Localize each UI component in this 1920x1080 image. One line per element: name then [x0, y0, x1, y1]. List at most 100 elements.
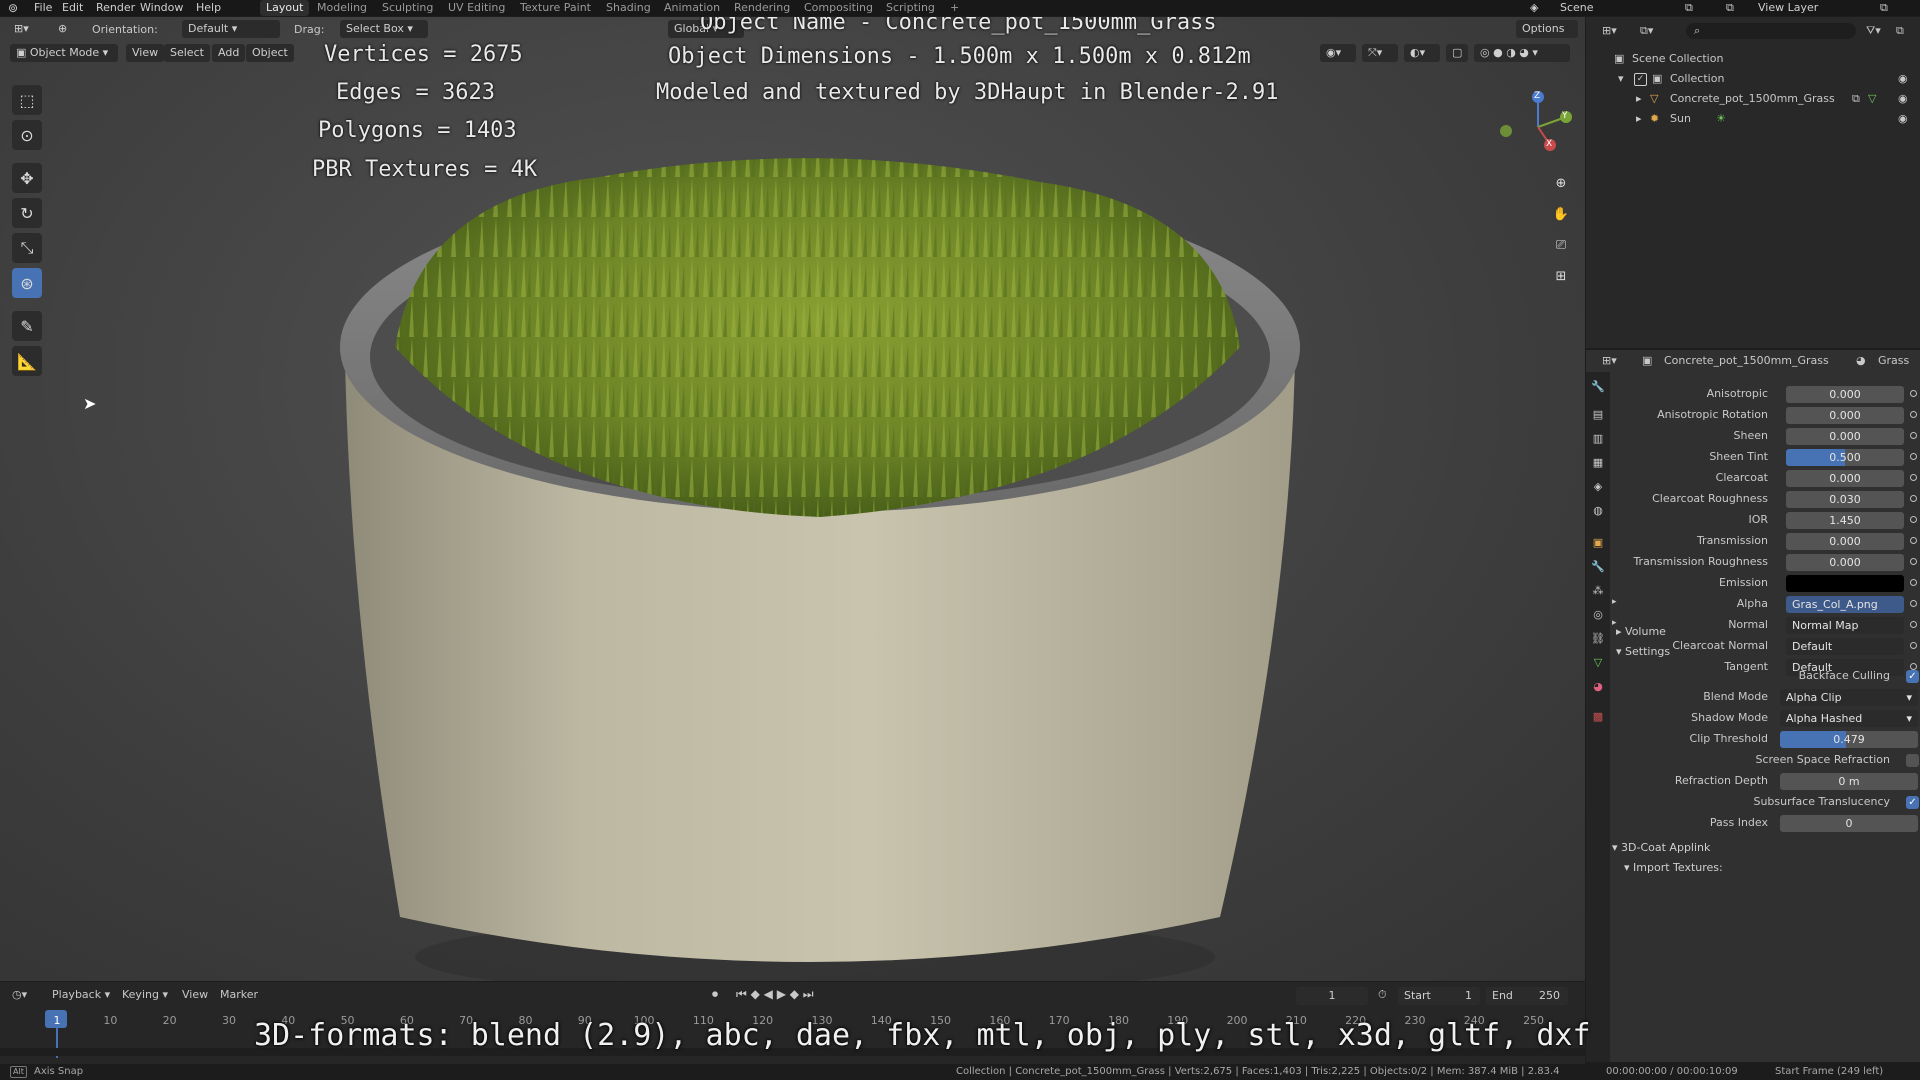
socket-dot-icon[interactable]: [1910, 600, 1917, 607]
workspace-tab-uv-editing[interactable]: UV Editing: [448, 1, 505, 14]
menu-edit[interactable]: Edit: [62, 1, 83, 14]
refraction-depth-field[interactable]: 0 m: [1780, 773, 1918, 790]
filter-icon[interactable]: ⛛▾: [1866, 21, 1881, 41]
property-value-field[interactable]: 0.500: [1786, 449, 1904, 466]
workspace-tab-scripting[interactable]: Scripting: [886, 1, 935, 14]
workspace-tab-sculpting[interactable]: Sculpting: [382, 1, 433, 14]
move-icon[interactable]: ✥: [12, 163, 42, 193]
scene-tab-icon[interactable]: ◈: [1590, 478, 1606, 494]
menu-render[interactable]: Render: [96, 1, 135, 14]
record-icon[interactable]: ⏺: [712, 987, 718, 1002]
outliner-row-collection[interactable]: ▾ ✓ ▣ Collection ◉: [1586, 69, 1920, 89]
property-value-field[interactable]: 0.000: [1786, 554, 1904, 571]
ssr-checkbox[interactable]: [1906, 754, 1919, 767]
output-tab-icon[interactable]: ▥: [1590, 430, 1606, 446]
playback-controls[interactable]: ⏮ ◆ ◀ ▶ ◆ ⏭: [736, 987, 814, 1002]
eye-icon[interactable]: ◉: [1898, 109, 1908, 129]
particles-tab-icon[interactable]: ⁂: [1590, 582, 1606, 598]
outliner-row-scene-collection[interactable]: ▣ Scene Collection: [1586, 49, 1920, 69]
property-value-field[interactable]: 0.000: [1786, 386, 1904, 403]
collection-checkbox[interactable]: ✓: [1634, 73, 1647, 86]
workspace-tab-rendering[interactable]: Rendering: [734, 1, 790, 14]
view-layer-new-icon[interactable]: ⧉: [1880, 1, 1888, 15]
zoom-icon[interactable]: ⊕: [1548, 170, 1574, 196]
workspace-tab-modeling[interactable]: Modeling: [317, 1, 367, 14]
socket-dot-icon[interactable]: [1910, 558, 1917, 565]
select-box-icon[interactable]: ⬚: [12, 85, 42, 115]
eye-icon[interactable]: ◉: [1898, 89, 1908, 109]
marker-menu[interactable]: Marker: [220, 988, 258, 1001]
3d-viewport[interactable]: ⊞▾ ⊕ Orientation: Default ▾ Drag: Select…: [0, 17, 1585, 981]
cursor-icon[interactable]: ⊙: [12, 120, 42, 150]
property-value-field[interactable]: [1786, 575, 1904, 592]
socket-dot-icon[interactable]: [1910, 453, 1917, 460]
applink-section-header[interactable]: ▾ 3D-Coat Applink: [1612, 838, 1912, 858]
outliner-row-object[interactable]: ▸ ▽ Concrete_pot_1500mm_Grass ⧉ ▽ ◉: [1586, 89, 1920, 109]
property-value-field[interactable]: 1.450: [1786, 512, 1904, 529]
menu-window[interactable]: Window: [140, 1, 183, 14]
end-frame-field[interactable]: End 250: [1486, 987, 1568, 1005]
expand-arrow-icon[interactable]: ▸: [1636, 109, 1642, 129]
constraints-tab-icon[interactable]: ⛓: [1590, 630, 1606, 646]
settings-section-header[interactable]: ▾ Settings: [1616, 642, 1916, 662]
sss-checkbox[interactable]: ✓: [1906, 796, 1919, 809]
transform-icon[interactable]: ⊛: [12, 268, 42, 298]
import-textures-header[interactable]: ▾ Import Textures:: [1624, 858, 1920, 878]
start-frame-field[interactable]: Start 1: [1398, 987, 1480, 1005]
stopwatch-icon[interactable]: ⏱: [1378, 988, 1387, 1002]
property-value-field[interactable]: 0.000: [1786, 407, 1904, 424]
texture-tab-icon[interactable]: ▩: [1590, 708, 1606, 724]
outliner-row-sun[interactable]: ▸ ✹ Sun ☀ ◉: [1586, 109, 1920, 129]
eye-icon[interactable]: ◉: [1898, 69, 1908, 89]
socket-dot-icon[interactable]: [1910, 579, 1917, 586]
new-collection-icon[interactable]: ⧉: [1896, 21, 1904, 41]
outliner-search-input[interactable]: [1686, 23, 1856, 39]
scale-icon[interactable]: ⤡: [12, 233, 42, 263]
backface-culling-checkbox[interactable]: ✓: [1906, 670, 1919, 683]
socket-dot-icon[interactable]: [1910, 474, 1917, 481]
property-value-field[interactable]: 0.000: [1786, 470, 1904, 487]
workspace-tab-layout[interactable]: Layout: [260, 0, 310, 16]
volume-section-header[interactable]: ▸ Volume: [1616, 622, 1916, 642]
socket-dot-icon[interactable]: [1910, 495, 1917, 502]
add-workspace-button[interactable]: +: [950, 1, 959, 14]
property-value-field[interactable]: 0.000: [1786, 533, 1904, 550]
timeline-view-menu[interactable]: View: [182, 988, 208, 1001]
view-layer-tab-icon[interactable]: ▦: [1590, 454, 1606, 470]
workspace-tab-animation[interactable]: Animation: [664, 1, 720, 14]
workspace-tab-shading[interactable]: Shading: [606, 1, 651, 14]
scene-selector[interactable]: Scene: [1560, 1, 1594, 14]
timeline-type-icon[interactable]: ◷▾: [12, 988, 27, 1001]
expand-arrow-icon[interactable]: ▾: [1618, 69, 1624, 89]
properties-type-icon[interactable]: ⊞▾: [1602, 354, 1617, 367]
expand-arrow-icon[interactable]: ▸: [1612, 597, 1617, 607]
annotate-icon[interactable]: ✎: [12, 311, 42, 341]
perspective-grid-icon[interactable]: ⊞: [1548, 263, 1574, 289]
menu-help[interactable]: Help: [196, 1, 221, 14]
outliner-type-icon[interactable]: ⊞▾: [1602, 21, 1617, 41]
physics-tab-icon[interactable]: ◎: [1590, 606, 1606, 622]
world-tab-icon[interactable]: ◍: [1590, 502, 1606, 518]
pass-index-field[interactable]: 0: [1780, 815, 1918, 832]
expand-arrow-icon[interactable]: ▸: [1636, 89, 1642, 109]
menu-file[interactable]: File: [34, 1, 52, 14]
tool-tab-icon[interactable]: 🔧: [1590, 378, 1606, 394]
material-tab-icon[interactable]: ◕: [1590, 678, 1606, 694]
data-tab-icon[interactable]: ▽: [1590, 654, 1606, 670]
property-value-field[interactable]: 0.030: [1786, 491, 1904, 508]
blend-mode-dropdown[interactable]: Alpha Clip ▾: [1780, 689, 1918, 706]
modifier-tab-icon[interactable]: 🔧: [1590, 558, 1606, 574]
measure-icon[interactable]: 📐: [12, 346, 42, 376]
playback-menu[interactable]: Playback ▾: [52, 988, 110, 1001]
scene-new-icon[interactable]: ⧉: [1685, 1, 1693, 15]
display-mode-icon[interactable]: ⧉▾: [1640, 21, 1653, 41]
view-layer-selector[interactable]: View Layer: [1758, 1, 1818, 14]
pan-hand-icon[interactable]: ✋: [1548, 201, 1574, 227]
workspace-tab-texture-paint[interactable]: Texture Paint: [520, 1, 591, 14]
gizmo-neg-y-axis[interactable]: [1500, 125, 1512, 137]
socket-dot-icon[interactable]: [1910, 390, 1917, 397]
current-frame-field[interactable]: 1: [1296, 987, 1368, 1005]
clip-threshold-slider[interactable]: 0.479: [1780, 731, 1918, 748]
property-value-field[interactable]: 0.000: [1786, 428, 1904, 445]
socket-dot-icon[interactable]: [1910, 411, 1917, 418]
